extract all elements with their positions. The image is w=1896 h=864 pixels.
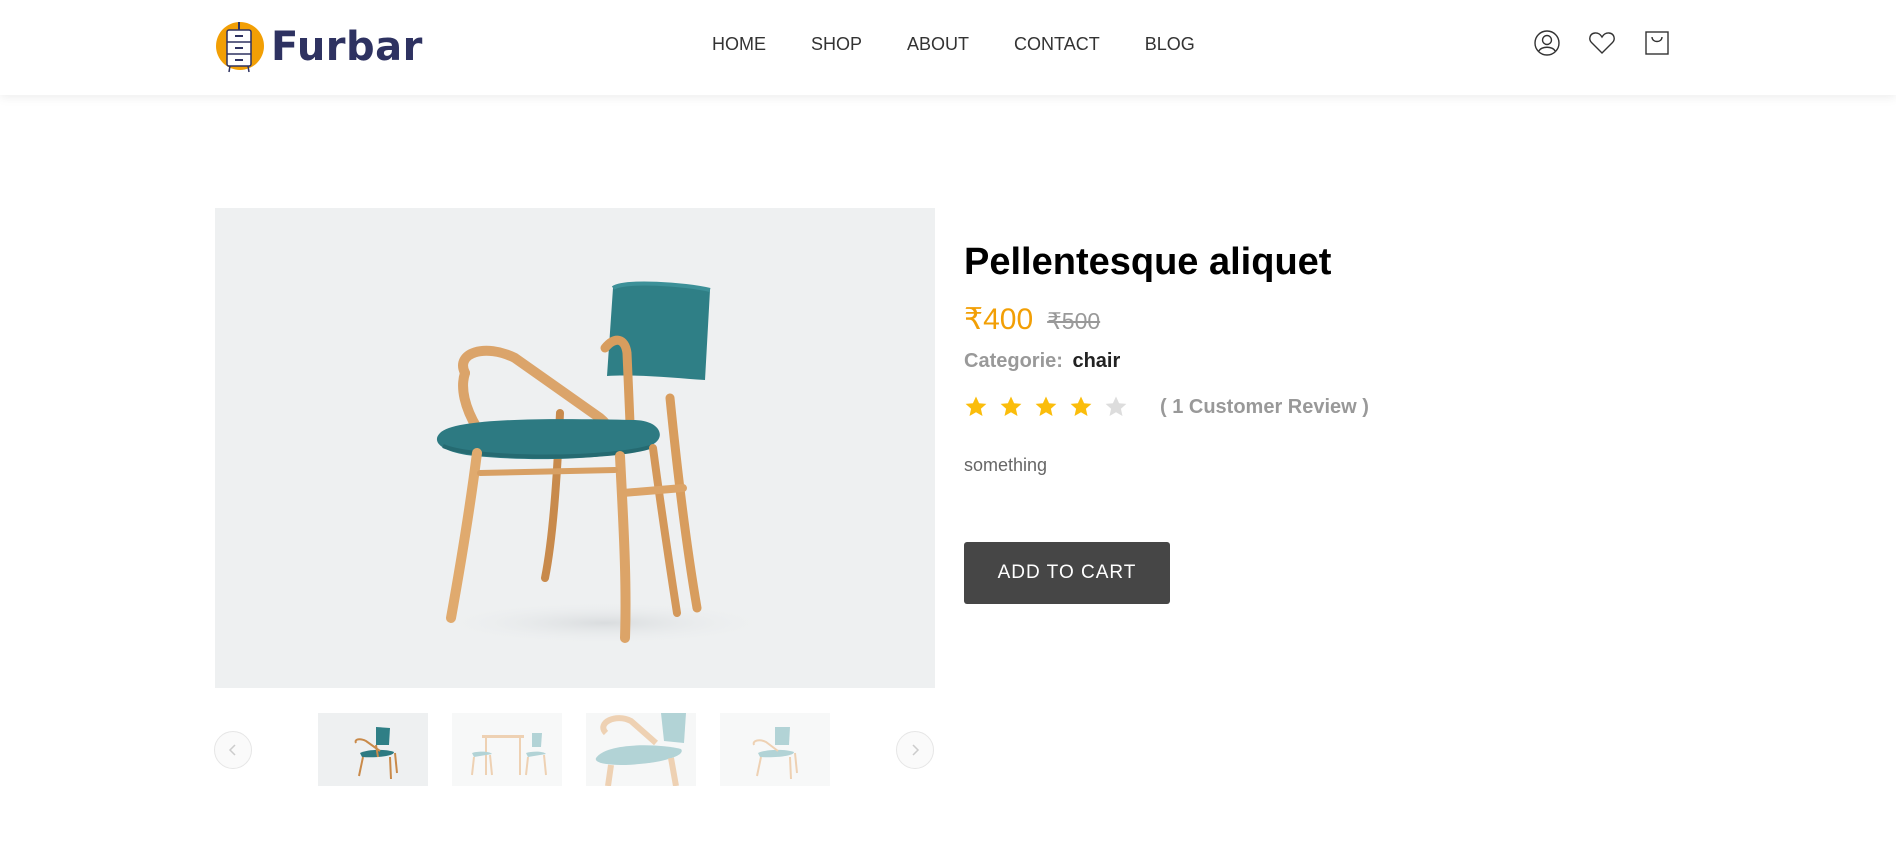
category-row: Categorie: chair <box>964 350 1664 373</box>
gallery-thumbnail-2[interactable] <box>452 713 562 786</box>
star-filled-icon <box>965 396 987 416</box>
chevron-left-icon <box>228 744 236 756</box>
product-title: Pellentesque aliquet <box>964 241 1332 283</box>
brand-name: Furbar <box>271 24 423 70</box>
gallery-thumbnail-3[interactable] <box>586 713 696 786</box>
gallery-thumbnail-4[interactable] <box>720 713 830 786</box>
cart-icon[interactable] <box>1643 28 1671 58</box>
product-price: ₹400 <box>964 303 1034 336</box>
site-header: Furbar HOME SHOP ABOUT CONTACT BLOG <box>0 0 1896 95</box>
product-main-image[interactable] <box>215 208 935 688</box>
product-old-price: ₹500 <box>1047 308 1101 334</box>
star-filled-icon <box>1035 396 1057 416</box>
star-rating <box>964 395 1139 419</box>
user-icon[interactable] <box>1533 28 1561 58</box>
category-link[interactable]: chair <box>1072 350 1120 372</box>
star-filled-icon <box>1070 396 1092 416</box>
price-row: ₹400 ₹500 <box>964 302 1664 337</box>
star-empty-icon <box>1105 396 1127 416</box>
star-filled-icon <box>1000 396 1022 416</box>
product-description: something <box>964 455 1048 475</box>
nav-shop[interactable]: SHOP <box>811 34 862 55</box>
product-details: Pellentesque aliquet ₹400 ₹500 Categorie… <box>964 240 1664 604</box>
gallery-prev-button[interactable] <box>214 731 252 769</box>
review-count-link[interactable]: ( 1 Customer Review ) <box>1160 396 1369 419</box>
rating-row: ( 1 Customer Review ) <box>964 392 1664 422</box>
chevron-right-icon <box>912 744 920 756</box>
header-actions <box>1533 28 1671 58</box>
category-label: Categorie: <box>964 350 1063 372</box>
nav-home[interactable]: HOME <box>712 34 766 55</box>
gallery-next-button[interactable] <box>896 731 934 769</box>
main-nav: HOME SHOP ABOUT CONTACT BLOG <box>712 34 1195 55</box>
gallery-thumbnail-1[interactable] <box>318 713 428 786</box>
nav-about[interactable]: ABOUT <box>907 34 969 55</box>
dresser-logo-icon <box>215 18 265 76</box>
brand-logo[interactable]: Furbar <box>215 17 423 77</box>
heart-icon[interactable] <box>1588 28 1616 58</box>
nav-blog[interactable]: BLOG <box>1145 34 1195 55</box>
nav-contact[interactable]: CONTACT <box>1014 34 1100 55</box>
add-to-cart-button[interactable]: ADD TO CART <box>964 542 1170 604</box>
